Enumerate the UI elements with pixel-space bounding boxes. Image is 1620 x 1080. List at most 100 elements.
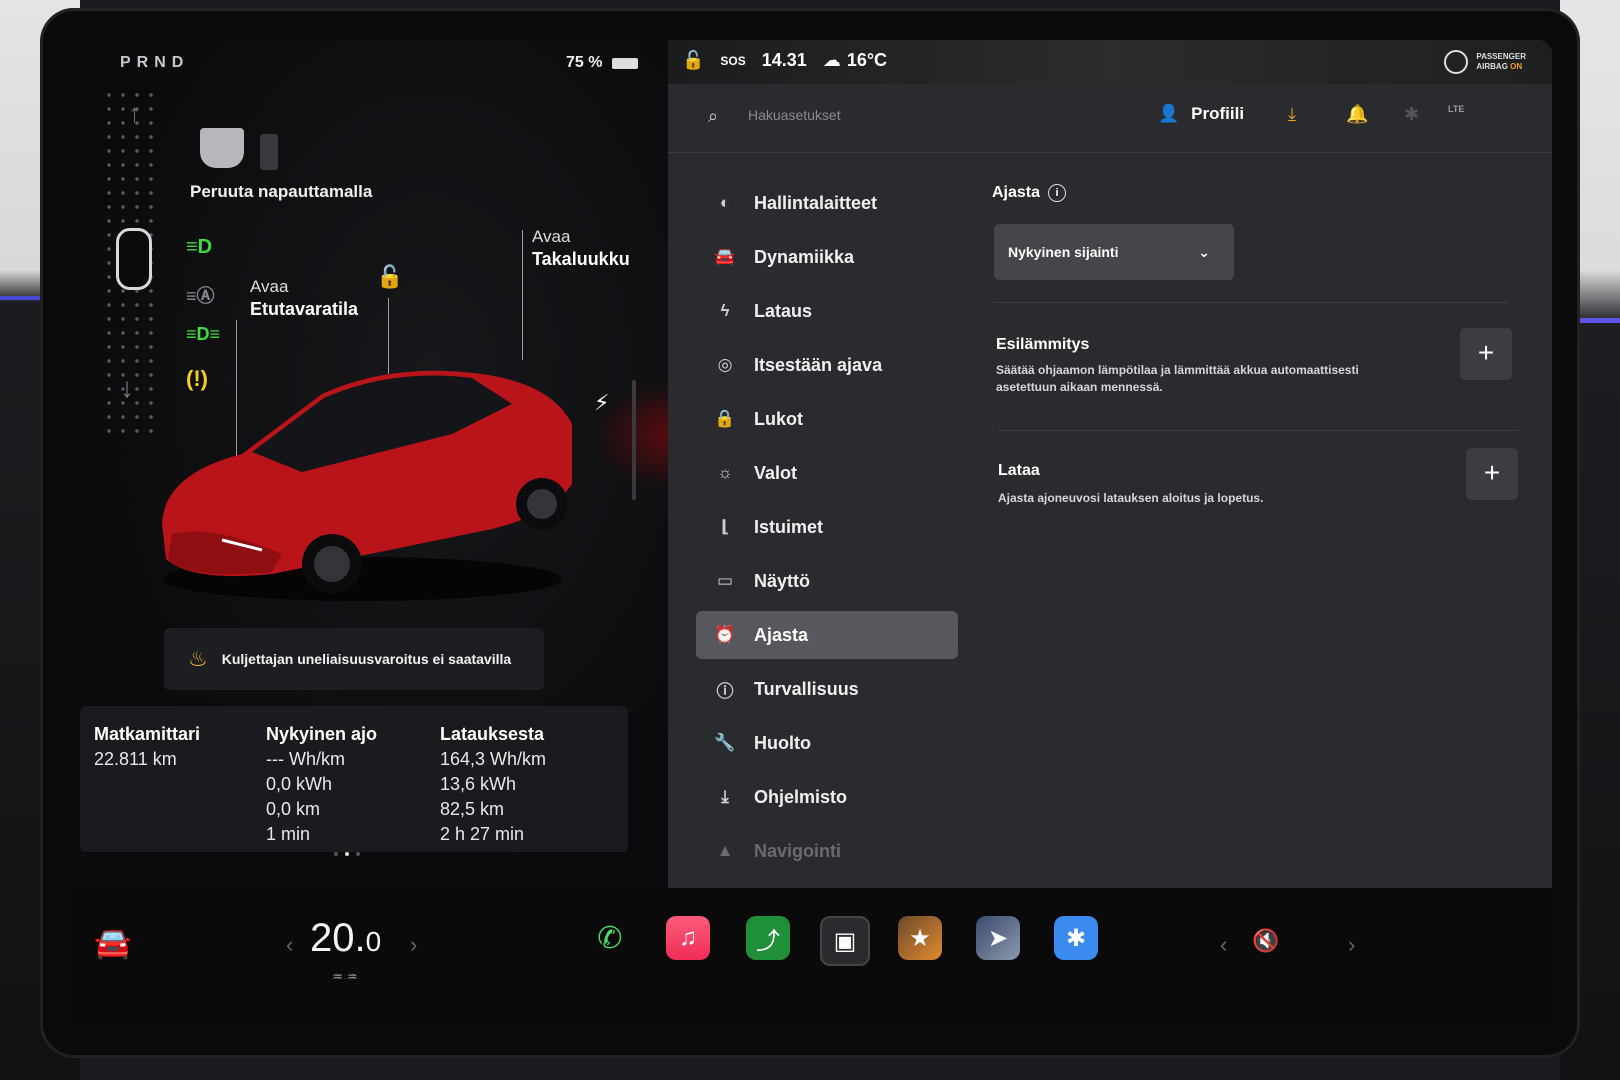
menu-item-schedule[interactable]: ⏰ Ajasta — [696, 611, 958, 659]
settings-header: ⌕ 👤 Profiili ⤓ 🔔 ✱ LTE — [668, 84, 1552, 153]
card-pager[interactable] — [334, 852, 360, 856]
car-top-view-icon[interactable] — [116, 228, 152, 290]
menu-item-controls[interactable]: ◐ Hallintalaitteet — [696, 176, 958, 230]
divider — [998, 430, 1518, 431]
car-menu-icon[interactable]: 🚘 — [94, 926, 131, 961]
unlock-icon[interactable]: 🔓 — [376, 264, 403, 290]
bottom-taskbar: 🚘 ‹ 20.0 › ♒♒ ✆ ♫ ⤴ ▣ ★ ➤ ✱ ‹ 🔇 › — [72, 888, 1552, 1028]
menu-item-locks[interactable]: 🔒 Lukot — [696, 392, 958, 446]
alarm-icon: ⏰ — [714, 625, 736, 644]
volume-next-icon[interactable]: › — [1348, 932, 1355, 958]
alert-icon: ⓘ — [716, 681, 734, 701]
current-trip-distance: 0,0 km — [266, 799, 321, 819]
drowsiness-warning-notice: ♨ Kuljettajan uneliaisuusvaroitus ei saa… — [164, 628, 544, 690]
menu-item-label: Lataus — [754, 300, 813, 321]
phone-app-icon[interactable]: ✆ — [588, 916, 632, 960]
lock-status-icon[interactable]: 🔓 — [682, 50, 704, 71]
trunk-pointer-line — [522, 230, 523, 360]
location-dropdown[interactable]: Nykyinen sijainti ⌄ — [994, 224, 1234, 280]
preheat-desc-line1: Säätää ohjaamon lämpötilaa ja lämmittää … — [996, 363, 1359, 377]
wrench-icon: 🔧 — [714, 733, 736, 752]
notification-bell-icon[interactable]: 🔔 — [1346, 104, 1368, 125]
sos-indicator[interactable]: SOS — [720, 54, 745, 68]
current-trip-efficiency: --- Wh/km — [266, 749, 345, 769]
menu-item-software[interactable]: ⤓ Ohjelmisto — [696, 770, 958, 824]
airbag-line2: AIRBAG — [1476, 62, 1508, 71]
charge-port-bolt-icon[interactable]: ⚡ — [594, 390, 609, 416]
charge-schedule-description: Ajasta ajoneuvosi latauksen aloitus ja l… — [998, 491, 1264, 505]
frunk-label: Etutavaratila — [250, 299, 359, 319]
arrow-up-icon[interactable]: ↑ — [128, 98, 141, 129]
temp-increase-icon[interactable]: › — [410, 932, 417, 958]
menu-item-dynamics[interactable]: 🚘 Dynamiikka — [696, 230, 958, 284]
toybox-app-icon[interactable]: ▣ — [820, 916, 870, 966]
menu-item-display[interactable]: ▭ Näyttö — [696, 554, 958, 608]
navigation-app-icon[interactable]: ➤ — [976, 916, 1020, 960]
menu-item-charging[interactable]: ϟ Lataus — [696, 284, 958, 338]
music-app-icon[interactable]: ♫ — [666, 916, 710, 960]
download-update-icon[interactable]: ⤓ — [1288, 104, 1296, 125]
preheat-description: Säätää ohjaamon lämpötilaa ja lämmittää … — [996, 362, 1359, 396]
add-charge-schedule-button[interactable]: + — [1466, 448, 1518, 500]
menu-item-label: Itsestään ajava — [754, 354, 883, 375]
charge-schedule-title: Lataa — [998, 462, 1040, 479]
airbag-text: PASSENGER AIRBAG ON — [1476, 52, 1526, 72]
open-trunk-button[interactable]: Avaa Takaluukku — [532, 226, 630, 271]
settings-search-input[interactable] — [746, 106, 1050, 124]
accelerator-pedal-icon — [260, 134, 278, 170]
auto-high-beam-icon: ≡Ⓐ — [186, 286, 215, 306]
menu-item-navigation[interactable]: ▲ Navigointi — [696, 824, 958, 878]
pager-dot[interactable] — [356, 852, 360, 856]
pager-dot-active[interactable] — [345, 852, 349, 856]
drowsiness-warning-text: Kuljettajan uneliaisuusvaroitus ei saata… — [221, 651, 512, 667]
brake-pedal-icon — [200, 128, 244, 168]
menu-item-seats[interactable]: ⌊ Istuimet — [696, 500, 958, 554]
lte-signal-icon: LTE — [1448, 104, 1465, 114]
search-icon[interactable]: ⌕ — [708, 106, 718, 127]
navigation-icon: ▲ — [716, 841, 734, 860]
airbag-icon — [1444, 50, 1469, 74]
trunk-label: Takaluukku — [532, 249, 630, 269]
frunk-label-action: Avaa — [250, 277, 289, 296]
since-charge-column: Latauksesta 164,3 Wh/km 13,6 kWh 82,5 km… — [440, 722, 546, 847]
bluetooth-app-icon[interactable]: ✱ — [1054, 916, 1098, 960]
coffee-cup-icon: ♨ — [188, 646, 208, 671]
download-icon: ⤓ — [721, 787, 729, 806]
volume-prev-icon[interactable]: ‹ — [1220, 932, 1227, 958]
defrost-icon[interactable]: ♒♒ — [332, 970, 362, 984]
menu-item-autopilot[interactable]: ◎ Itsestään ajava — [696, 338, 958, 392]
menu-item-label: Hallintalaitteet — [754, 192, 878, 213]
temp-decimal: 0 — [365, 926, 382, 957]
open-frunk-button[interactable]: Avaa Etutavaratila — [250, 276, 358, 321]
menu-item-service[interactable]: 🔧 Huolto — [696, 716, 958, 770]
trip-info-card[interactable]: Matkamittari 22.811 km Nykyinen ajo --- … — [80, 706, 628, 852]
cancel-hint[interactable]: Peruuta napauttamalla — [190, 182, 372, 202]
vehicle-panel: PRND 75 % ↑ ↓ Peruuta napauttamalla ≡D ≡… — [72, 40, 672, 888]
odometer-value: 22.811 km — [94, 749, 177, 769]
info-icon[interactable]: i — [1048, 184, 1067, 202]
status-items: 🔓 SOS 14.31 ☁ 16°C — [682, 50, 887, 71]
arrow-down-icon[interactable]: ↓ — [120, 372, 134, 404]
energy-app-icon[interactable]: ⤴ — [746, 916, 790, 960]
settings-menu: ◐ Hallintalaitteet 🚘 Dynamiikka ϟ Lataus ◎ I… — [696, 176, 958, 878]
menu-item-label: Dynamiikka — [754, 246, 855, 267]
menu-item-safety[interactable]: ⓘ Turvallisuus — [696, 662, 958, 716]
pager-dot[interactable] — [334, 852, 338, 856]
current-trip-title: Nykyinen ajo — [266, 724, 378, 744]
volume-mute-icon[interactable]: 🔇 — [1252, 928, 1279, 954]
battery-percent: 75 % — [566, 54, 603, 71]
arcade-app-icon[interactable]: ★ — [898, 916, 942, 960]
add-preheat-button[interactable]: + — [1460, 328, 1512, 380]
profile-button[interactable]: 👤 Profiili — [1158, 104, 1244, 124]
gear-selector-label[interactable]: PRND — [120, 54, 189, 72]
cabin-temperature[interactable]: 20.0 — [310, 916, 381, 961]
profile-label: Profiili — [1191, 104, 1245, 123]
vehicle-scrollbar[interactable] — [632, 380, 636, 500]
bluetooth-icon[interactable]: ✱ — [1404, 104, 1419, 125]
vehicle-3d-image[interactable] — [152, 354, 572, 604]
fog-light-icon: ≡D≡ — [186, 324, 221, 344]
menu-item-lights[interactable]: ☼ Valot — [696, 446, 958, 500]
temp-decrease-icon[interactable]: ‹ — [286, 932, 293, 958]
menu-item-label: Valot — [754, 462, 798, 483]
touchscreen: PRND 75 % ↑ ↓ Peruuta napauttamalla ≡D ≡… — [72, 40, 1552, 1028]
